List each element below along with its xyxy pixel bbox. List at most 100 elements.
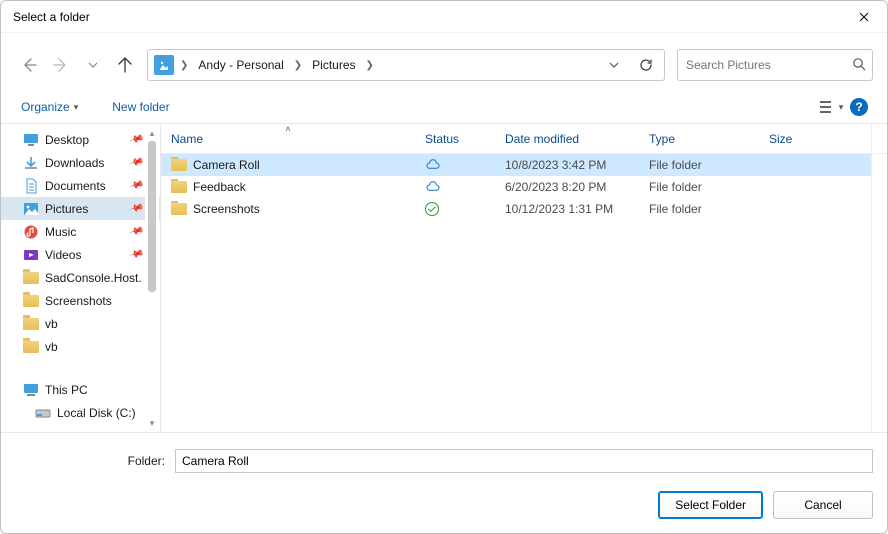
chevron-down-icon: ▾ (74, 102, 79, 113)
sidebar-item[interactable]: This PC (1, 378, 160, 401)
sidebar-item-label: SadConsole.Host. (45, 271, 158, 285)
search-box[interactable] (677, 49, 873, 81)
refresh-icon (639, 58, 653, 72)
listview-scrollbar[interactable] (871, 124, 887, 432)
folder-picker-dialog: Select a folder ❯ Andy - (0, 0, 888, 534)
table-row[interactable]: Screenshots 10/12/2023 1:31 PM File fold… (161, 198, 871, 220)
file-list: Name˄ Status Date modified Type Size Cam… (161, 124, 887, 432)
column-headers: Name˄ Status Date modified Type Size (161, 124, 887, 154)
desktop-icon (23, 132, 39, 148)
sidebar-item[interactable]: Desktop 📌 (1, 128, 160, 151)
download-icon (23, 155, 39, 171)
folder-icon (23, 339, 39, 355)
close-button[interactable] (841, 1, 887, 33)
file-name: Screenshots (193, 202, 260, 216)
file-type: File folder (639, 158, 759, 172)
arrow-left-icon (21, 57, 37, 73)
cancel-button[interactable]: Cancel (773, 491, 873, 519)
sidebar-item-label: This PC (45, 383, 158, 397)
sidebar: Desktop 📌 Downloads 📌 Documents 📌 Pictur… (1, 124, 161, 432)
file-type: File folder (639, 180, 759, 194)
folder-icon (171, 157, 187, 173)
organize-button[interactable]: Organize ▾ (15, 96, 84, 118)
sidebar-item[interactable]: Downloads 📌 (1, 151, 160, 174)
sidebar-item[interactable]: Videos 📌 (1, 243, 160, 266)
arrow-right-icon (53, 57, 69, 73)
folder-icon (171, 201, 187, 217)
search-input[interactable] (684, 57, 852, 73)
column-type[interactable]: Type (639, 124, 759, 153)
folder-name-input[interactable] (175, 449, 873, 473)
sidebar-item-label: vb (45, 340, 158, 354)
breadcrumb-segment[interactable]: Andy - Personal (194, 58, 287, 72)
file-rows: Camera Roll 10/8/2023 3:42 PM File folde… (161, 154, 887, 432)
folder-name-row: Folder: (15, 449, 873, 473)
location-icon (154, 55, 174, 75)
forward-button[interactable] (51, 55, 71, 75)
check-icon (425, 202, 439, 216)
sidebar-item[interactable]: vb (1, 312, 160, 335)
scroll-up-icon[interactable]: ▴ (145, 125, 159, 141)
toolbar: Organize ▾ New folder ▾ ? (1, 91, 887, 123)
list-view-icon (819, 100, 835, 114)
music-icon (23, 224, 39, 240)
navigation-row: ❯ Andy - Personal ❯ Pictures ❯ (1, 33, 887, 91)
file-type: File folder (639, 202, 759, 216)
folder-label: Folder: (15, 454, 165, 468)
sidebar-item[interactable]: vb (1, 335, 160, 358)
folder-icon (171, 179, 187, 195)
sidebar-item[interactable]: Local Disk (C:) (1, 401, 160, 424)
table-row[interactable]: Feedback 6/20/2023 8:20 PM File folder (161, 176, 871, 198)
sidebar-scrollbar[interactable]: ▴ ▾ (145, 125, 159, 431)
new-folder-button[interactable]: New folder (106, 96, 175, 118)
nav-buttons (15, 55, 135, 75)
help-button[interactable]: ? (845, 93, 873, 121)
back-button[interactable] (19, 55, 39, 75)
document-icon (23, 178, 39, 194)
body: Desktop 📌 Downloads 📌 Documents 📌 Pictur… (1, 123, 887, 432)
sort-asc-icon: ˄ (285, 124, 290, 134)
cloud-icon (425, 159, 441, 171)
scroll-thumb[interactable] (148, 141, 156, 292)
sidebar-item[interactable]: Documents 📌 (1, 174, 160, 197)
file-name: Camera Roll (193, 158, 260, 172)
column-status[interactable]: Status (415, 124, 495, 153)
cloud-icon (425, 181, 441, 193)
table-row[interactable]: Camera Roll 10/8/2023 3:42 PM File folde… (161, 154, 871, 176)
button-row: Select Folder Cancel (15, 491, 873, 519)
dialog-title: Select a folder (13, 10, 90, 24)
file-name: Feedback (193, 180, 246, 194)
column-date[interactable]: Date modified (495, 124, 639, 153)
recent-locations-button[interactable] (83, 55, 103, 75)
sidebar-item[interactable]: SadConsole.Host. (1, 266, 160, 289)
chevron-down-icon: ▾ (839, 102, 844, 113)
breadcrumb-segment[interactable]: Pictures (308, 58, 359, 72)
view-options-button[interactable]: ▾ (817, 93, 845, 121)
sidebar-item-label: vb (45, 317, 158, 331)
address-bar[interactable]: ❯ Andy - Personal ❯ Pictures ❯ (147, 49, 665, 81)
pc-icon (23, 382, 39, 398)
video-icon (23, 247, 39, 263)
sidebar-item-label: Screenshots (45, 294, 158, 308)
picture-icon (23, 201, 39, 217)
sidebar-item-label: Local Disk (C:) (57, 406, 158, 420)
chevron-down-icon (609, 60, 619, 70)
disk-icon (35, 405, 51, 421)
close-icon (859, 12, 869, 22)
sidebar-item[interactable]: Pictures 📌 (1, 197, 160, 220)
sidebar-item[interactable]: Music 📌 (1, 220, 160, 243)
refresh-button[interactable] (632, 51, 660, 79)
arrow-up-icon (117, 57, 133, 73)
addressbar-history-button[interactable] (600, 51, 628, 79)
scroll-down-icon[interactable]: ▾ (145, 415, 159, 431)
column-name[interactable]: Name˄ (161, 124, 415, 153)
sidebar-item[interactable]: Screenshots (1, 289, 160, 312)
select-folder-button[interactable]: Select Folder (658, 491, 763, 519)
file-date: 10/8/2023 3:42 PM (495, 158, 639, 172)
column-size[interactable]: Size (759, 124, 871, 153)
up-button[interactable] (115, 55, 135, 75)
title-bar: Select a folder (1, 1, 887, 33)
chevron-right-icon: ❯ (364, 60, 376, 71)
search-icon (852, 57, 866, 74)
folder-icon (23, 316, 39, 332)
